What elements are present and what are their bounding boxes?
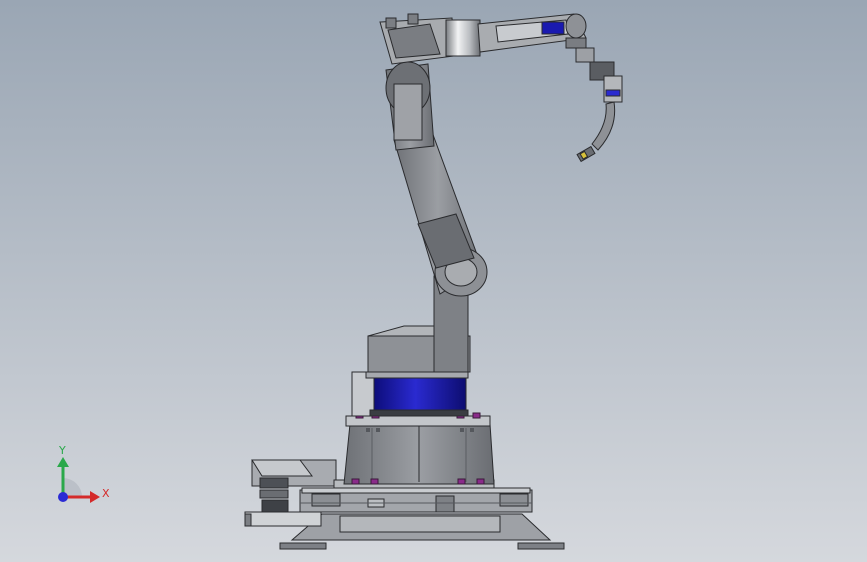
rotary-drum-bottom <box>369 409 469 417</box>
head-casting-dark <box>387 23 441 59</box>
graphics-viewport[interactable]: Y X <box>0 0 867 562</box>
torch-blue-band <box>605 89 621 97</box>
forearm-chrome-ring <box>445 19 481 57</box>
cad-scene[interactable]: Y X <box>0 0 867 562</box>
wrist-flange <box>565 37 587 49</box>
tray-plate <box>244 511 322 527</box>
forearm-blue-motor <box>541 21 565 35</box>
torch-body <box>603 75 623 103</box>
head-bracket-left <box>385 17 397 29</box>
triad-x-label: X <box>102 487 110 500</box>
tray-chain-mid <box>259 489 289 499</box>
torch-mount <box>575 47 595 63</box>
rail-beam-top <box>301 487 531 494</box>
rail-carriage-left <box>311 493 341 507</box>
rail-carriage-right <box>499 493 529 507</box>
tray-chain-upper <box>259 477 289 489</box>
rotary-drum-rim <box>365 371 469 379</box>
floor-rail-assembly[interactable] <box>279 487 565 550</box>
robot-rotary-base[interactable] <box>351 371 469 417</box>
rail-foot-left <box>279 542 327 550</box>
tray-chain-lower <box>261 499 289 513</box>
triad-z-origin <box>58 492 68 502</box>
triad-y-label: Y <box>58 444 66 457</box>
rail-foot-right <box>517 542 565 550</box>
wrist-joint <box>565 13 587 39</box>
upper-arm-face <box>393 83 423 141</box>
rail-base-inner <box>339 515 501 533</box>
head-bracket-right <box>407 13 419 25</box>
robot-pedestal[interactable] <box>333 412 495 489</box>
tray-plate-edge <box>244 513 252 527</box>
rail-center-block <box>435 495 455 513</box>
pedestal-top-plate <box>345 415 491 427</box>
